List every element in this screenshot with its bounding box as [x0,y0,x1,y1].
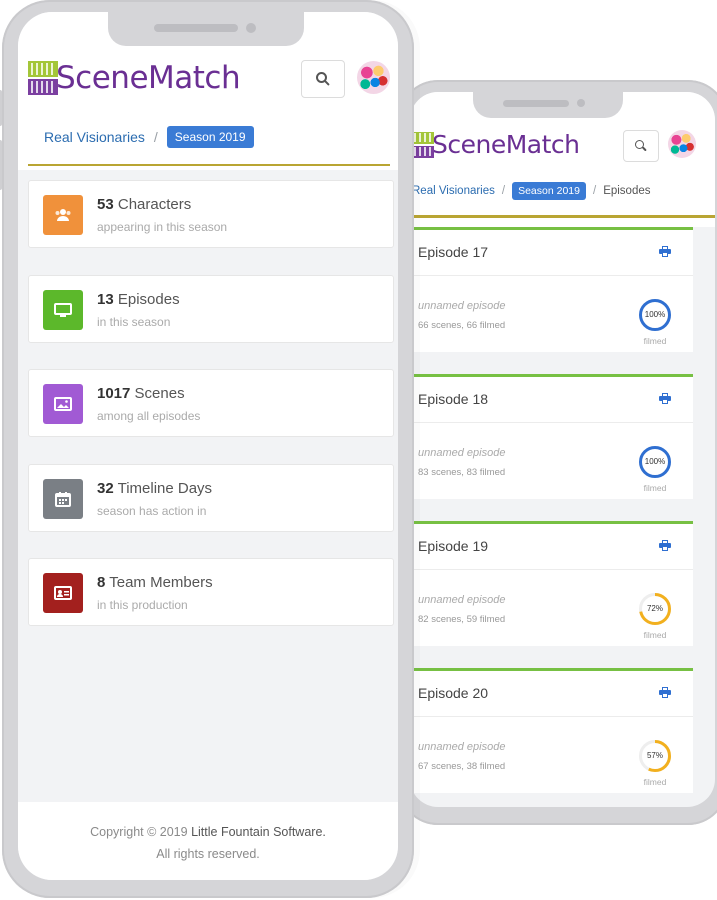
filmed-label: filmed [643,630,667,640]
copyright-line: Copyright © 2019 Little Fountain Softwar… [18,821,398,843]
episode-card[interactable]: Episode 20 unnamed episode 67 scenes, 38… [410,668,693,793]
stat-subtitle: season has action in [97,504,207,518]
monitor-icon [43,290,83,330]
episode-title[interactable]: Episode 19 [418,538,488,554]
phone-episodes: SceneMatch Real Visionaries / Season 201… [394,80,717,825]
breadcrumb-separator: / [592,185,597,197]
search-icon [635,140,647,152]
search-button[interactable] [623,130,659,162]
breadcrumb-current: Episodes [603,185,651,197]
app-logo[interactable]: SceneMatch [412,130,580,159]
filmed-label: filmed [643,336,667,346]
film-strip-icon [412,131,434,158]
stat-card-characters[interactable]: 53 Characters appearing in this season [28,180,394,248]
progress-ring: 100% [638,298,672,332]
episode-card[interactable]: Episode 18 unnamed episode 83 scenes, 83… [410,374,693,499]
season-stats: 53 Characters appearing in this season 1… [18,12,398,812]
stat-label: Team Members [109,574,213,591]
breadcrumb-separator: / [501,185,506,197]
stat-title: 8 Team Members [97,574,213,591]
breadcrumb-project-link[interactable]: Real Visionaries [412,185,495,197]
stat-label: Episodes [117,291,180,308]
episode-name: unnamed episode [418,741,506,753]
calendar-icon [43,479,83,519]
phone-season: SceneMatch Real Visionaries / Season 201… [0,0,414,898]
print-icon[interactable] [659,540,671,551]
phone-notch [473,92,623,118]
header-divider [410,215,715,218]
phone-side-button [0,140,2,190]
stat-count: 53 [97,196,114,213]
stat-count: 1017 [97,385,131,402]
episode-title[interactable]: Episode 18 [418,391,488,407]
stat-label: Characters [117,196,192,213]
episode-name: unnamed episode [418,594,506,606]
user-avatar[interactable] [668,130,696,158]
page-footer: Copyright © 2019 Little Fountain Softwar… [18,802,398,880]
stat-count: 32 [97,480,114,497]
stat-title: 13 Episodes [97,291,180,308]
stat-label: Timeline Days [117,480,213,497]
print-icon[interactable] [659,687,671,698]
progress-ring: 72% [638,592,672,626]
breadcrumb-season-badge[interactable]: Season 2019 [512,182,586,200]
stat-count: 13 [97,291,114,308]
episode-card[interactable]: Episode 17 unnamed episode 66 scenes, 66… [410,227,693,352]
stat-card-timeline-days[interactable]: 32 Timeline Days season has action in [28,464,394,532]
episode-card-header: Episode 20 [410,671,693,717]
season-screen: SceneMatch Real Visionaries / Season 201… [18,12,398,880]
stat-card-episodes[interactable]: 13 Episodes in this season [28,275,394,343]
episode-card[interactable]: Episode 19 unnamed episode 82 scenes, 59… [410,521,693,646]
copyright-text: Copyright © 2019 [90,825,188,839]
progress-percent: 72% [646,604,663,613]
image-icon [43,384,83,424]
phone-notch [108,12,304,46]
print-icon[interactable] [659,393,671,404]
stat-subtitle: appearing in this season [97,220,228,234]
app-logo-text: SceneMatch [432,130,580,159]
id-card-icon [43,573,83,613]
stat-title: 32 Timeline Days [97,480,212,497]
print-icon[interactable] [659,246,671,257]
progress-ring: 100% [638,445,672,479]
episode-title[interactable]: Episode 17 [418,244,488,260]
breadcrumb: Real Visionaries / Season 2019 / Episode… [412,182,651,200]
users-icon [43,195,83,235]
progress-percent: 100% [644,457,666,466]
stat-subtitle: among all episodes [97,409,201,423]
episode-name: unnamed episode [418,447,506,459]
episode-card-header: Episode 19 [410,524,693,570]
stat-title: 1017 Scenes [97,385,185,402]
episode-scene-count: 83 scenes, 83 filmed [418,467,506,478]
company-link[interactable]: Little Fountain Software. [191,825,326,839]
episode-scene-count: 67 scenes, 38 filmed [418,761,506,772]
stat-card-team-members[interactable]: 8 Team Members in this production [28,558,394,626]
rights-text: All rights reserved. [156,847,260,861]
episode-card-header: Episode 17 [410,230,693,276]
progress-percent: 57% [646,751,663,760]
filmed-label: filmed [643,483,667,493]
stat-subtitle: in this season [97,315,171,329]
stat-count: 8 [97,574,106,591]
episodes-screen: SceneMatch Real Visionaries / Season 201… [410,92,715,807]
episode-title[interactable]: Episode 20 [418,685,488,701]
stat-card-scenes[interactable]: 1017 Scenes among all episodes [28,369,394,437]
stat-subtitle: in this production [97,598,188,612]
stat-label: Scenes [134,385,185,402]
episode-name: unnamed episode [418,300,506,312]
progress-percent: 100% [644,310,666,319]
episode-list: Episode 17 unnamed episode 66 scenes, 66… [410,227,715,807]
episode-card-header: Episode 18 [410,377,693,423]
stat-title: 53 Characters [97,196,191,213]
filmed-label: filmed [643,777,667,787]
episode-scene-count: 82 scenes, 59 filmed [418,614,506,625]
episode-scene-count: 66 scenes, 66 filmed [418,320,506,331]
progress-ring: 57% [638,739,672,773]
phone-side-button [0,90,2,126]
